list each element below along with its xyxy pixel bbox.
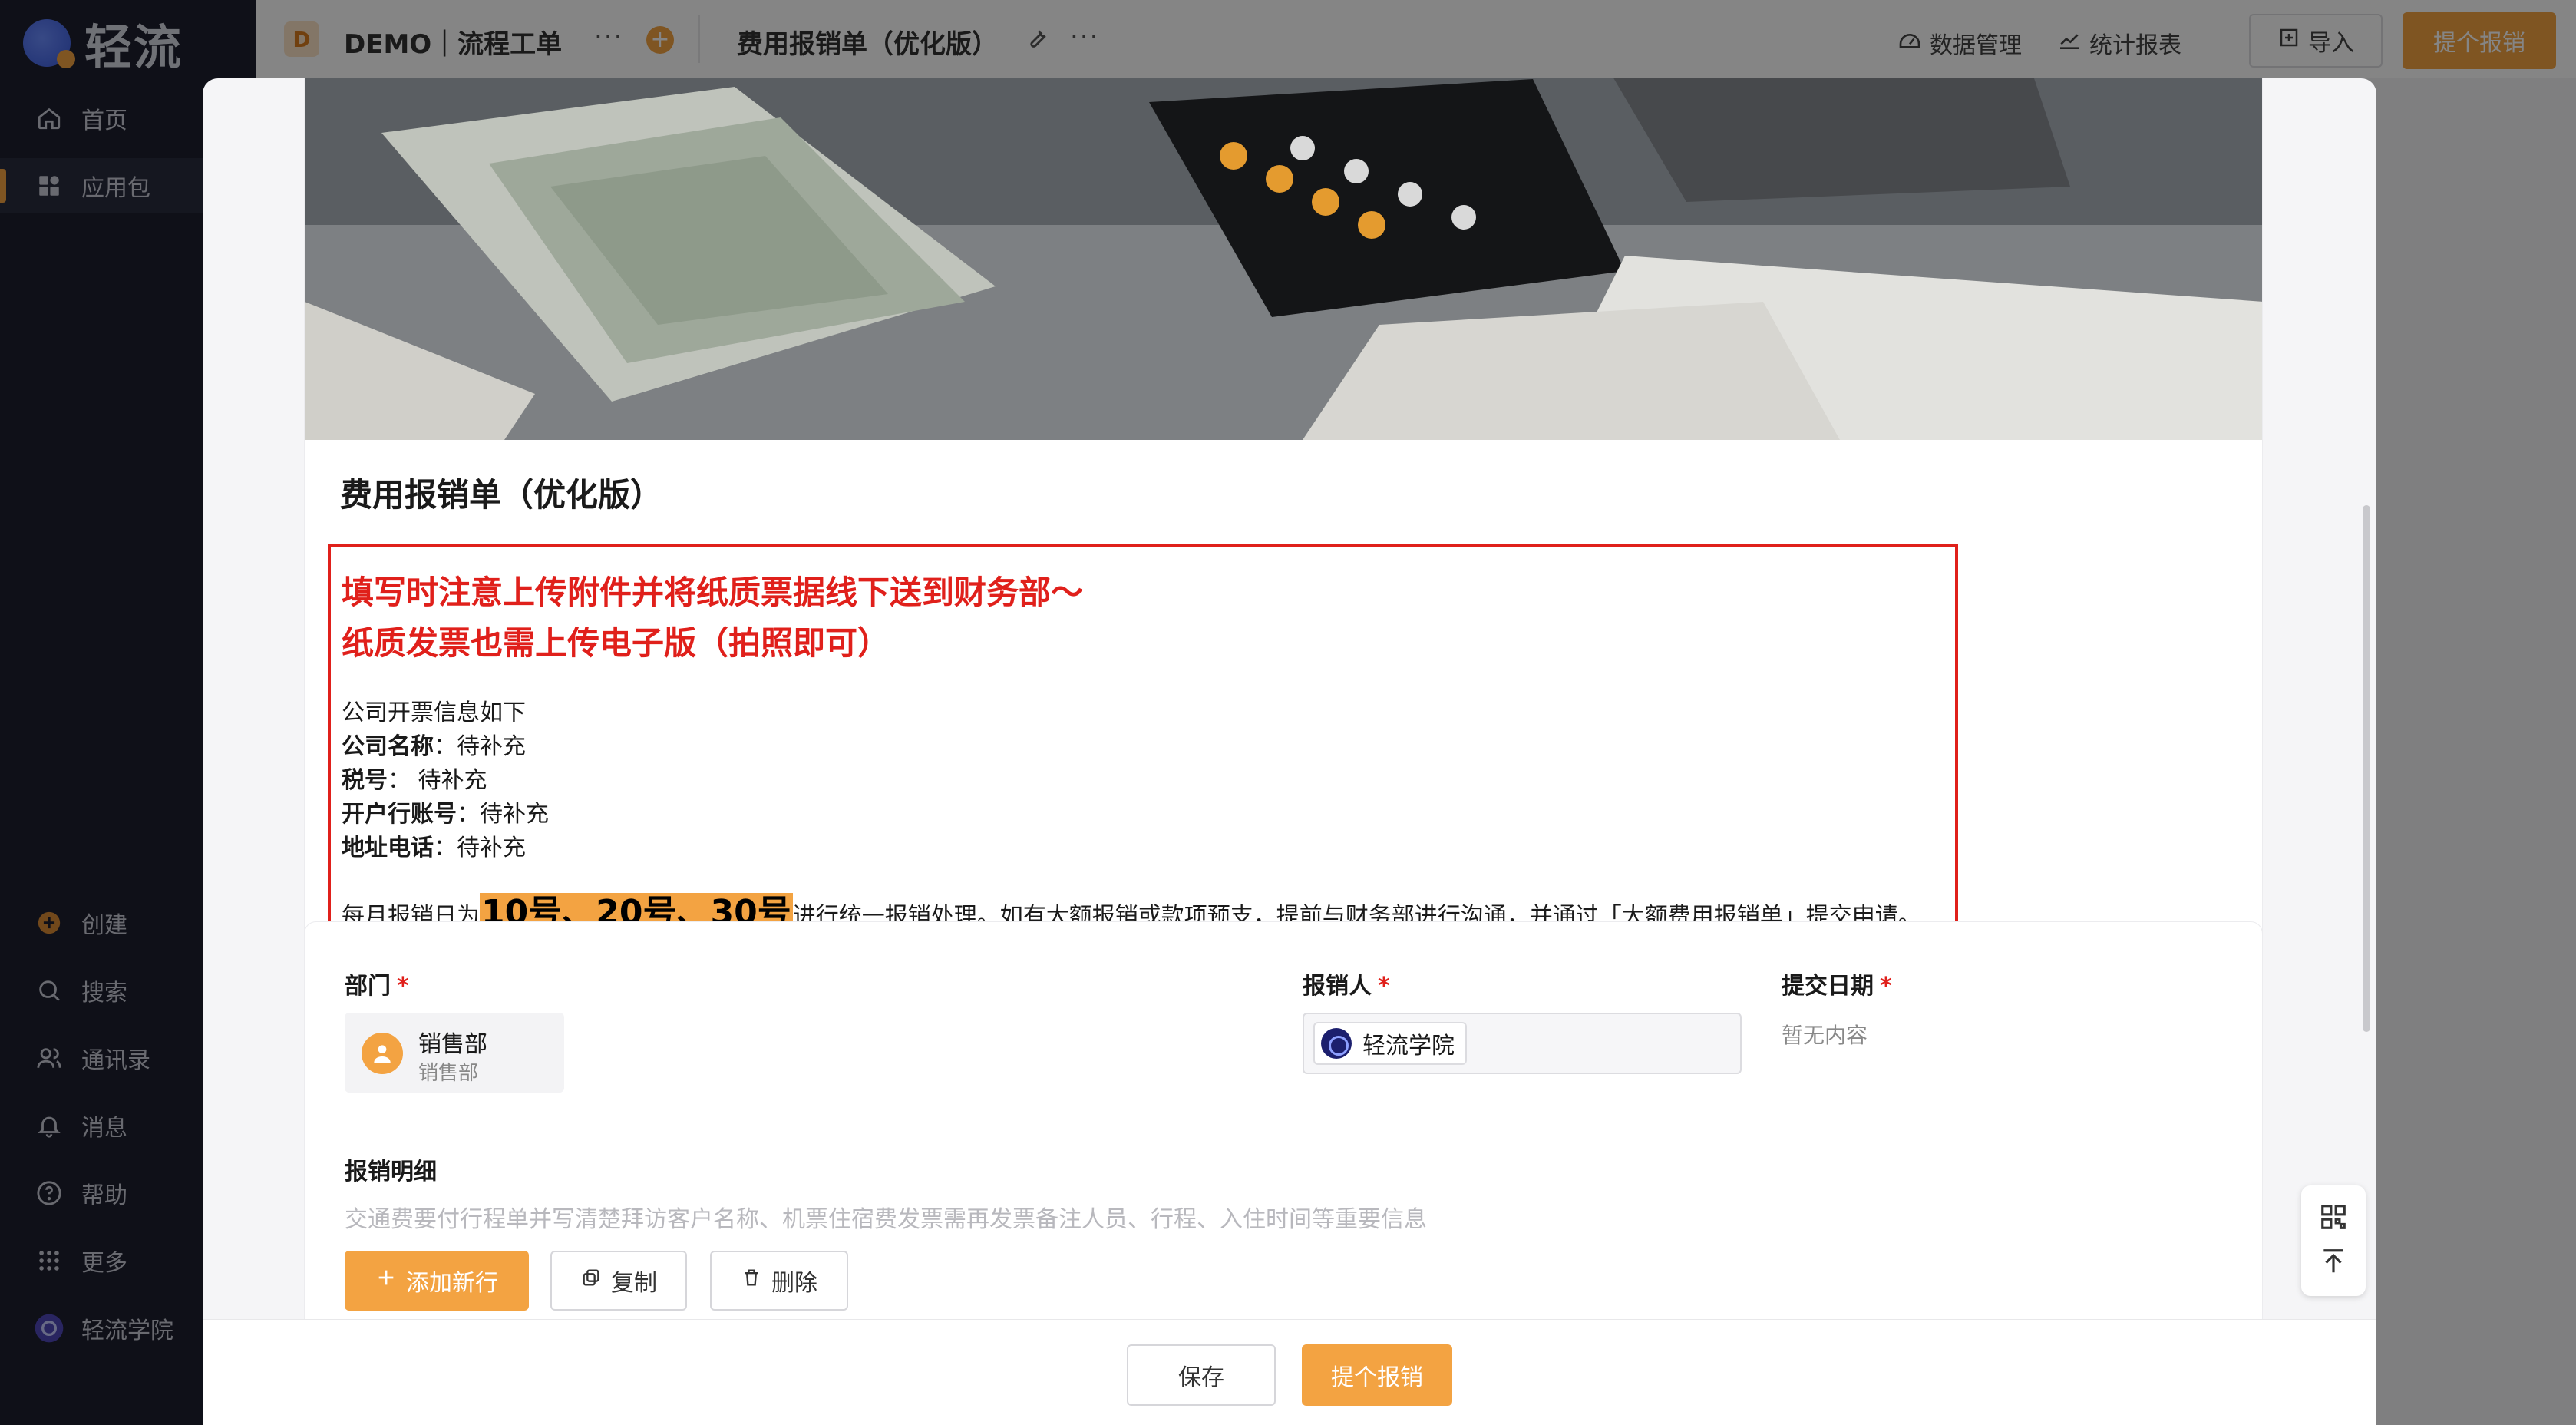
addr-value: ：待补充 [434,835,526,861]
dept-label: 部门 * [345,973,409,1000]
dept-sub: 销售部 [418,1062,479,1085]
date-label: 提交日期 * [1782,973,1892,1000]
back-to-top-icon[interactable] [2319,1247,2348,1279]
form-fields-card: 部门 * 销售部 销售部 报销人 * 轻流学院 提交日期 * 暂无内容 报销明细 交通… [304,921,2263,1319]
copy-button[interactable]: 复制 [550,1251,687,1311]
invoice-address: 地址电话：待补充 [342,832,1944,865]
invoice-company: 公司名称：待补充 [342,730,1944,764]
company-label: 公司名称 [342,733,434,760]
tax-value: ： 待补充 [388,767,487,794]
notice-box: 填写时注意上传附件并将纸质票据线下送到财务部～ 纸质发票也需上传电子版（拍照即可… [328,544,1958,959]
person-avatar [1321,1028,1352,1059]
invoice-bank: 开户行账号：待补充 [342,798,1944,832]
submit-button[interactable]: 提个报销 [1302,1344,1452,1406]
plus-icon [375,1267,397,1294]
dept-name: 销售部 [418,1031,487,1058]
required-mark: * [1880,973,1892,1000]
date-empty: 暂无内容 [1782,1023,1868,1048]
required-mark: * [1378,973,1390,1000]
person-name: 轻流学院 [1362,1033,1455,1060]
modal-scroll-area: 费用报销单（优化版） 填写时注意上传附件并将纸质票据线下送到财务部～ 纸质发票也… [203,78,2376,1319]
notice-red-line-1: 填写时注意上传附件并将纸质票据线下送到财务部～ [342,574,1084,611]
trash-icon [741,1267,762,1294]
person-chip[interactable]: 轻流学院 [1313,1022,1467,1065]
banner-image [305,78,2262,440]
add-row-button[interactable]: 添加新行 [345,1251,529,1311]
required-mark: * [397,973,409,1000]
person-field[interactable]: 轻流学院 [1303,1013,1742,1074]
bank-label: 开户行账号 [342,801,457,828]
save-button[interactable]: 保存 [1127,1344,1276,1406]
dept-value-chip[interactable]: 销售部 销售部 [345,1013,564,1093]
floating-tools [2301,1185,2366,1296]
detail-hint: 交通费要付行程单并写清楚拜访客户名称、机票住宿费发票需再发票备注人员、行程、入住… [345,1206,1427,1233]
form-header-card: 费用报销单（优化版） 填写时注意上传附件并将纸质票据线下送到财务部～ 纸质发票也… [304,78,2263,981]
addr-label: 地址电话 [342,835,434,861]
tax-label: 税号 [342,767,388,794]
invoice-tax: 税号： 待补充 [342,764,1944,798]
copy-icon [580,1267,602,1294]
qr-code-icon[interactable] [2319,1202,2348,1235]
modal-footer: 保存 提个报销 [203,1319,2376,1425]
modal-scrollbar[interactable] [2363,505,2370,1032]
company-value: ：待补充 [434,733,526,760]
person-label: 报销人 * [1303,973,1390,1000]
copy-label: 复制 [611,1270,657,1297]
delete-button[interactable]: 删除 [710,1251,848,1311]
form-title: 费用报销单（优化版） [340,476,663,514]
invoice-heading: 公司开票信息如下 [342,699,526,726]
bank-value: ：待补充 [457,801,549,828]
delete-label: 删除 [771,1270,817,1297]
user-icon [362,1033,403,1074]
notice-red-line-2: 纸质发票也需上传电子版（拍照即可） [342,624,890,662]
detail-label: 报销明细 [345,1159,437,1185]
add-row-label: 添加新行 [406,1270,498,1297]
form-modal: 费用报销单（优化版） 填写时注意上传附件并将纸质票据线下送到财务部～ 纸质发票也… [203,78,2376,1425]
